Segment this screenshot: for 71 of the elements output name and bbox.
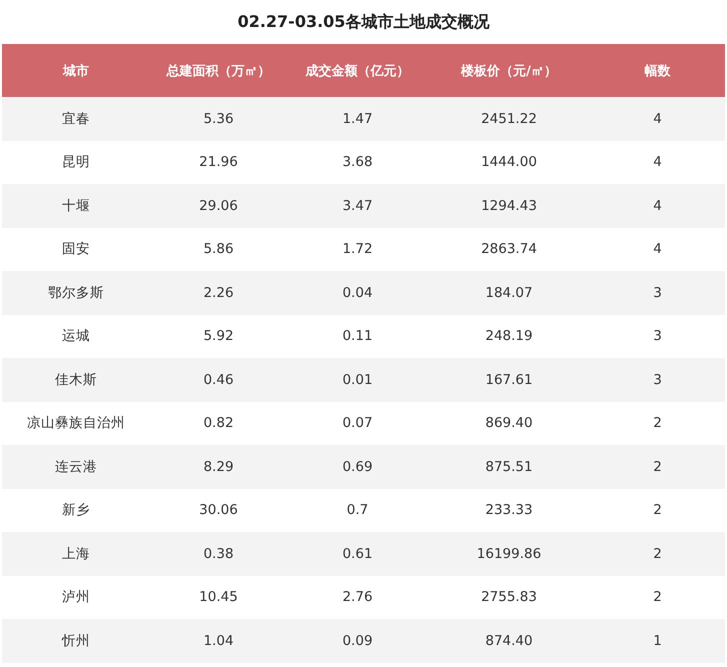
table-cell-text: 3 bbox=[652, 372, 663, 388]
column-header: 总建面积（万㎡） bbox=[165, 62, 272, 80]
table-cell-text: 3 bbox=[652, 284, 663, 301]
table-cell-text: 29.06 bbox=[198, 198, 239, 214]
table-cell-text: 8.29 bbox=[202, 458, 235, 475]
table-cell-text: 凉山彝族自治州 bbox=[26, 414, 126, 432]
table-cell-text: 0.07 bbox=[341, 415, 374, 432]
table-cell-text: 1.72 bbox=[341, 241, 374, 258]
column-header: 城市 bbox=[62, 62, 90, 80]
table-cell-text: 0.46 bbox=[202, 372, 235, 388]
table-cell-text: 忻州 bbox=[60, 632, 91, 650]
table-cell-text: 875.51 bbox=[484, 458, 534, 475]
table-cell-text: 233.33 bbox=[484, 502, 534, 518]
column-header: 楼板价（元/㎡） bbox=[460, 62, 558, 80]
column-header: 成交金额（亿元） bbox=[304, 62, 410, 80]
table-cell-text: 3.68 bbox=[341, 154, 374, 170]
table-cell-text: 2 bbox=[652, 502, 663, 518]
table-cell-text: 0.09 bbox=[341, 632, 374, 649]
table-cell-text: 2 bbox=[652, 546, 663, 562]
table-cell-text: 0.11 bbox=[341, 328, 374, 344]
table-cell-text: 1.47 bbox=[341, 110, 374, 127]
table-cell-text: 2 bbox=[652, 415, 663, 432]
table-cell-text: 2863.74 bbox=[480, 241, 538, 258]
column-header: 幅数 bbox=[644, 62, 672, 80]
table-cell-text: 固安 bbox=[61, 240, 91, 258]
table-cell-text: 10.45 bbox=[198, 589, 239, 606]
table-cell-text: 新乡 bbox=[61, 501, 91, 520]
table-cell-text: 上海 bbox=[61, 544, 91, 563]
table-title: 02.27-03.05各城市土地成交概况 bbox=[238, 12, 490, 32]
table-cell-text: 874.40 bbox=[484, 632, 534, 649]
table-cell-text: 运城 bbox=[61, 327, 91, 346]
table-cell-text: 4 bbox=[652, 110, 663, 127]
table-cell-text: 0.7 bbox=[346, 502, 370, 518]
table-cell-text: 昆明 bbox=[61, 153, 91, 172]
table-cell-text: 4 bbox=[652, 241, 663, 258]
table-cell-text: 0.61 bbox=[341, 546, 374, 562]
table-cell-text: 宜春 bbox=[61, 110, 91, 128]
table-cell-text: 5.92 bbox=[202, 328, 235, 344]
table-cell-text: 3.47 bbox=[341, 198, 374, 214]
table-cell-text: 佳木斯 bbox=[54, 370, 98, 389]
table-cell-text: 1 bbox=[652, 632, 663, 649]
table-cell-text: 1444.00 bbox=[480, 154, 538, 170]
table-cell-text: 167.61 bbox=[484, 372, 534, 388]
table-cell-text: 2.26 bbox=[202, 284, 235, 301]
table-cell-text: 0.01 bbox=[341, 372, 374, 388]
table-cell-text: 16199.86 bbox=[476, 546, 542, 562]
table-cell-text: 0.04 bbox=[341, 284, 374, 301]
table-cell-text: 30.06 bbox=[198, 502, 239, 518]
table-cell-text: 0.38 bbox=[202, 546, 235, 562]
table-cell-text: 鄂尔多斯 bbox=[47, 284, 105, 302]
table-cell-text: 十堰 bbox=[61, 196, 91, 215]
table-cell-text: 248.19 bbox=[484, 328, 534, 344]
table-cell-text: 0.69 bbox=[341, 458, 374, 475]
table-cell-text: 2755.83 bbox=[480, 589, 538, 606]
table-cell-text: 泸州 bbox=[61, 588, 91, 606]
table-cell-text: 4 bbox=[652, 154, 663, 170]
table-cell-text: 1.04 bbox=[202, 632, 235, 649]
table-cell-text: 184.07 bbox=[484, 284, 534, 301]
table-cell-text: 21.96 bbox=[198, 154, 239, 170]
table-cell-text: 2451.22 bbox=[480, 110, 538, 127]
table-cell-text: 3 bbox=[652, 328, 663, 344]
table-cell-text: 4 bbox=[652, 198, 663, 214]
table-cell-text: 869.40 bbox=[484, 415, 534, 432]
table-cell-text: 2 bbox=[652, 458, 663, 475]
table-cell-text: 连云港 bbox=[54, 458, 98, 476]
table-cell-text: 2.76 bbox=[341, 589, 374, 606]
table-cell-text: 0.82 bbox=[202, 415, 235, 432]
table-cell-text: 2 bbox=[652, 589, 663, 606]
table-cell-text: 1294.43 bbox=[480, 198, 538, 214]
table-cell-text: 5.36 bbox=[202, 110, 235, 127]
table-cell-text: 5.86 bbox=[202, 241, 235, 258]
